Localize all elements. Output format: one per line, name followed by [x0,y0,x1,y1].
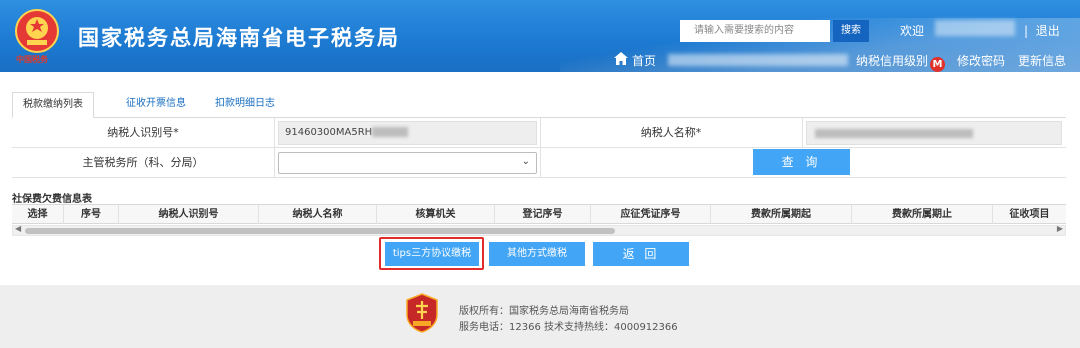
col-levy-item[interactable]: 征收项目 [993,205,1066,224]
scroll-thumb[interactable] [25,228,615,234]
credit-badge: M [930,57,946,72]
col-taxpayer-id[interactable]: 纳税人识别号 [119,205,259,224]
taxpayer-id-value: 91460300MA5RH [285,127,373,138]
footer-copyright: 版权所有：国家税务总局海南省税务局 [459,306,629,317]
tips-pay-button[interactable]: tips三方协议缴税 [385,242,479,266]
tax-badge-icon [406,293,438,333]
scroll-right-arrow-icon[interactable]: ▶ [1057,224,1063,233]
col-taxpayer-name[interactable]: 纳税人名称 [259,205,377,224]
query-button[interactable]: 查 询 [753,149,850,175]
form-row-2: 主管税务所（科、分局） ⌄ 查 询 [12,148,1066,178]
tab-tax-payment-list[interactable]: 税款缴纳列表 [12,92,94,118]
divider [274,118,275,148]
taxpayer-id-label: 纳税人识别号* [107,126,179,139]
footer-service: 服务电话：12366 技术支持热线：4000912366 [459,322,678,333]
logout-link[interactable]: | 退出 [1024,22,1060,39]
form-row-1: 纳税人识别号* 91460300MA5RH 纳税人名称* [12,118,1066,148]
emblem-subtext: 中国税务 [16,55,48,64]
divider [540,148,541,178]
horizontal-scrollbar[interactable]: ◀ ▶ [12,224,1066,236]
top-banner: 中国税务 国家税务总局海南省电子税务局 请输入需要搜索的内容 搜索 欢迎 | 退… [0,0,1080,72]
other-pay-button[interactable]: 其他方式缴税 [489,242,585,266]
redacted-id-suffix [372,127,409,137]
credit-level-label: 纳税信用级别 [856,54,929,68]
taxpayer-id-field: 91460300MA5RH [278,121,537,145]
welcome-text: 欢迎 [900,24,925,38]
tax-office-select[interactable]: ⌄ [278,152,537,174]
site-title: 国家税务总局海南省电子税务局 [78,26,400,50]
home-icon[interactable] [614,52,628,65]
redacted-name [815,129,973,138]
col-voucher-seq[interactable]: 应征凭证序号 [591,205,711,224]
tab-bar: 税款缴纳列表 征收开票信息 扣款明细日志 [12,92,1066,118]
col-seq[interactable]: 序号 [64,205,119,224]
change-password-link[interactable]: 修改密码 [957,52,1005,69]
home-link[interactable]: 首页 [632,52,656,69]
col-select[interactable]: 选择 [12,205,64,224]
tax-emblem-icon [15,9,59,53]
taxpayer-name-label: 纳税人名称* [640,126,702,139]
chevron-down-icon: ⌄ [521,156,530,167]
taxpayer-name-field [806,121,1062,145]
tax-office-label: 主管税务所（科、分局） [82,156,204,169]
scroll-left-arrow-icon[interactable]: ◀ [15,224,21,233]
grid-header: 选择 序号 纳税人识别号 纳税人名称 核算机关 登记序号 应征凭证序号 费款所属… [12,204,1066,224]
update-info-link[interactable]: 更新信息 [1018,52,1066,69]
col-period-start[interactable]: 费款所属期起 [711,205,852,224]
redacted-username [935,20,1015,36]
divider [802,118,803,148]
section-title: 社保费欠费信息表 [12,194,92,205]
separator: | [1024,24,1029,38]
credit-level-link[interactable]: 纳税信用级别 M [856,52,946,72]
tab-invoice-info[interactable]: 征收开票信息 [116,92,196,118]
tab-deduction-log[interactable]: 扣款明细日志 [205,92,285,118]
search-button[interactable]: 搜索 [833,20,869,42]
logout-label: 退出 [1035,24,1060,38]
col-accounting-authority[interactable]: 核算机关 [377,205,495,224]
col-registration-seq[interactable]: 登记序号 [495,205,591,224]
divider [274,148,275,178]
back-button[interactable]: 返 回 [593,242,689,266]
redacted-company-name [668,54,848,66]
col-period-end[interactable]: 费款所属期止 [852,205,993,224]
search-input[interactable]: 请输入需要搜索的内容 [680,20,830,42]
